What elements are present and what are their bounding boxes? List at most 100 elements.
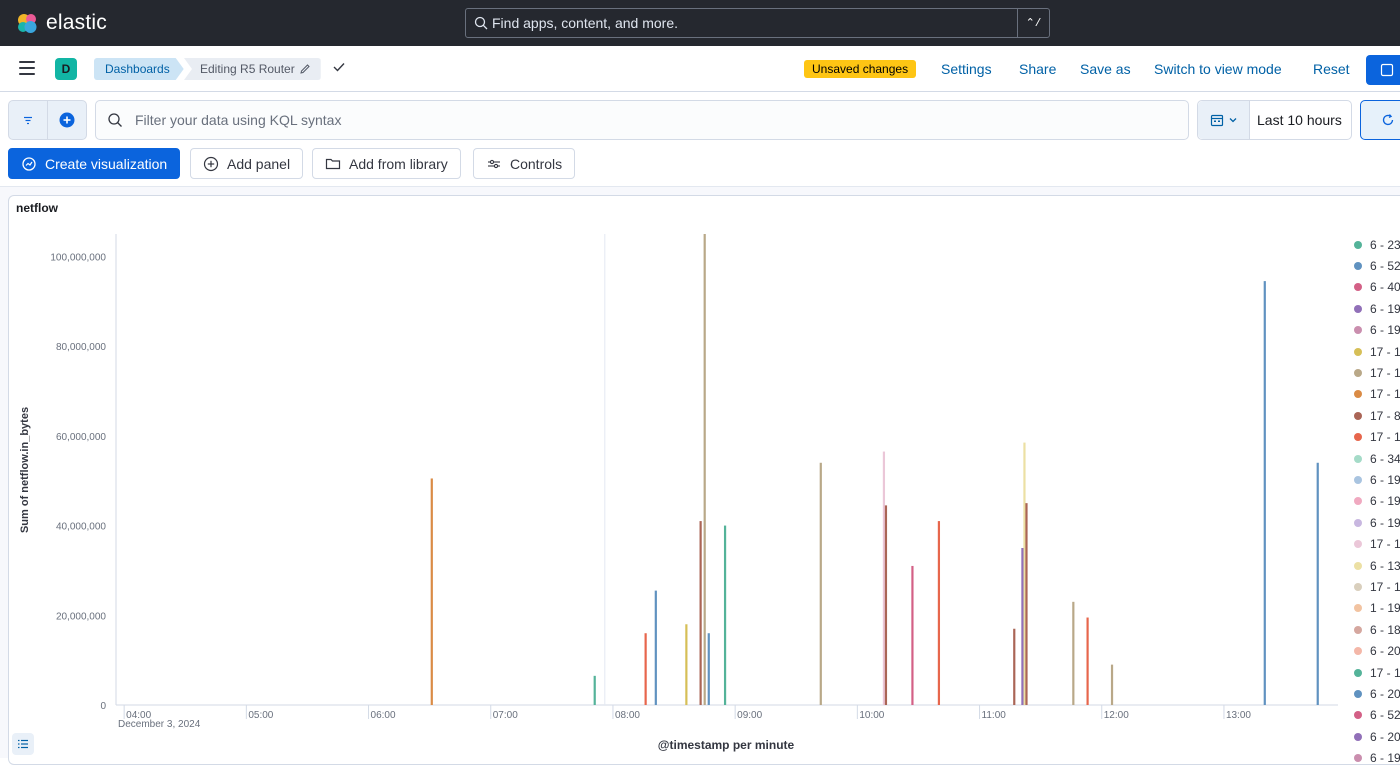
- legend-item[interactable]: 6 - 19: [1354, 469, 1400, 490]
- legend-label: 17 - 1: [1370, 665, 1400, 680]
- legend-color-dot: [1354, 283, 1362, 292]
- pencil-icon: [300, 64, 310, 74]
- switch-to-view-mode-link[interactable]: Switch to view mode: [1154, 61, 1282, 77]
- space-avatar[interactable]: D: [55, 58, 77, 80]
- legend-label: 17 - 1: [1370, 430, 1400, 445]
- save-as-link[interactable]: Save as: [1080, 61, 1131, 77]
- breadcrumb-dashboards[interactable]: Dashboards: [94, 58, 184, 80]
- legend-label: 1 - 19: [1370, 601, 1400, 616]
- legend-color-dot: [1354, 411, 1362, 420]
- dashboard-nav-bar: D Dashboards Editing R5 Router Unsaved c…: [0, 46, 1400, 92]
- legend-item[interactable]: 17 - 1: [1354, 662, 1400, 683]
- legend-item[interactable]: 6 - 23: [1354, 234, 1400, 255]
- unsaved-changes-badge[interactable]: Unsaved changes: [804, 60, 917, 78]
- list-icon: [18, 739, 28, 749]
- legend-item[interactable]: 17 - 1: [1354, 427, 1400, 448]
- global-header: elastic ⌃/: [0, 0, 1400, 46]
- legend-label: 6 - 19: [1370, 472, 1400, 487]
- legend-item[interactable]: 6 - 18: [1354, 619, 1400, 640]
- legend-item[interactable]: 17 - 1: [1354, 576, 1400, 597]
- global-search[interactable]: ⌃/: [465, 8, 1050, 38]
- legend-color-dot: [1354, 540, 1362, 549]
- chart-legend: 6 - 23 6 - 52 6 - 40 6 - 19 6 - 19 17 - 1 17 -…: [1354, 234, 1400, 769]
- calendar-icon: [1210, 114, 1223, 127]
- legend-item[interactable]: 6 - 52: [1354, 705, 1400, 726]
- kql-input[interactable]: [135, 112, 1135, 128]
- legend-item[interactable]: 6 - 40: [1354, 277, 1400, 298]
- kql-search-field[interactable]: [95, 100, 1189, 140]
- legend-item[interactable]: 6 - 34: [1354, 448, 1400, 469]
- legend-label: 6 - 34: [1370, 451, 1400, 466]
- legend-color-dot: [1354, 497, 1362, 506]
- elastic-logo[interactable]: elastic: [16, 11, 107, 35]
- legend-item[interactable]: 17 - 1: [1354, 384, 1400, 405]
- legend-color-dot: [1354, 347, 1362, 356]
- legend-color-dot: [1354, 561, 1362, 570]
- legend-color-dot: [1354, 326, 1362, 335]
- save-icon: [1380, 63, 1394, 77]
- legend-label: 6 - 18: [1370, 622, 1400, 637]
- search-icon: [108, 113, 122, 127]
- legend-color-dot: [1354, 732, 1362, 741]
- legend-color-dot: [1354, 647, 1362, 656]
- refresh-icon: [1382, 114, 1394, 126]
- add-filter-icon[interactable]: [59, 112, 75, 128]
- filter-divider: [47, 101, 48, 139]
- add-panel-button[interactable]: Add panel: [190, 148, 304, 179]
- legend-item[interactable]: 6 - 20: [1354, 640, 1400, 661]
- legend-label: 6 - 20: [1370, 644, 1400, 659]
- legend-color-dot: [1354, 668, 1362, 677]
- query-bar: Last 10 hours: [0, 93, 1400, 145]
- brand-name: elastic: [46, 11, 107, 34]
- legend-label: 6 - 19: [1370, 751, 1400, 766]
- refresh-button[interactable]: [1360, 100, 1400, 140]
- add-from-library-button[interactable]: Add from library: [312, 148, 461, 179]
- panel-title: netflow: [16, 201, 58, 215]
- time-range-label[interactable]: Last 10 hours: [1257, 112, 1342, 128]
- legend-label: 6 - 19: [1370, 323, 1400, 338]
- legend-item[interactable]: 17 - 1: [1354, 533, 1400, 554]
- legend-item[interactable]: 6 - 19: [1354, 491, 1400, 512]
- add-from-library-label: Add from library: [349, 155, 448, 172]
- legend-item[interactable]: 6 - 19: [1354, 512, 1400, 533]
- legend-item[interactable]: 17 - 8: [1354, 405, 1400, 426]
- check-icon[interactable]: [332, 60, 346, 74]
- legend-item[interactable]: 1 - 19: [1354, 598, 1400, 619]
- legend-label: 6 - 13: [1370, 558, 1400, 573]
- quick-menu-button[interactable]: [1198, 101, 1250, 139]
- legend-color-dot: [1354, 711, 1362, 720]
- legend-item[interactable]: 6 - 52: [1354, 255, 1400, 276]
- legend-color-dot: [1354, 454, 1362, 463]
- legend-color-dot: [1354, 518, 1362, 527]
- legend-item[interactable]: 6 - 19: [1354, 747, 1400, 768]
- reset-link[interactable]: Reset: [1313, 61, 1350, 77]
- legend-toggle-button[interactable]: [12, 733, 34, 755]
- legend-color-dot: [1354, 625, 1362, 634]
- legend-color-dot: [1354, 369, 1362, 378]
- legend-item[interactable]: 6 - 20: [1354, 683, 1400, 704]
- legend-label: 17 - 1: [1370, 344, 1400, 359]
- filter-icon[interactable]: [22, 114, 34, 126]
- legend-color-dot: [1354, 304, 1362, 313]
- global-search-input[interactable]: [492, 15, 1012, 31]
- menu-icon[interactable]: [19, 61, 35, 75]
- controls-button[interactable]: Controls: [473, 148, 576, 179]
- legend-item[interactable]: 6 - 19: [1354, 320, 1400, 341]
- lens-icon: [22, 156, 36, 171]
- legend-item[interactable]: 6 - 13: [1354, 555, 1400, 576]
- settings-link[interactable]: Settings: [941, 61, 992, 77]
- legend-label: 6 - 19: [1370, 494, 1400, 509]
- legend-item[interactable]: 17 - 1: [1354, 341, 1400, 362]
- create-visualization-button[interactable]: Create visualization: [8, 148, 181, 179]
- share-link[interactable]: Share: [1019, 61, 1056, 77]
- legend-item[interactable]: 6 - 20: [1354, 726, 1400, 747]
- legend-label: 6 - 52: [1370, 708, 1400, 723]
- save-button[interactable]: [1366, 55, 1400, 85]
- date-picker[interactable]: Last 10 hours: [1197, 100, 1352, 140]
- legend-label: 17 - 8: [1370, 408, 1400, 423]
- breadcrumb-current[interactable]: Editing R5 Router: [184, 58, 321, 80]
- legend-color-dot: [1354, 475, 1362, 484]
- legend-item[interactable]: 17 - 1: [1354, 362, 1400, 383]
- legend-item[interactable]: 6 - 19: [1354, 298, 1400, 319]
- elastic-logo-icon: [18, 14, 37, 33]
